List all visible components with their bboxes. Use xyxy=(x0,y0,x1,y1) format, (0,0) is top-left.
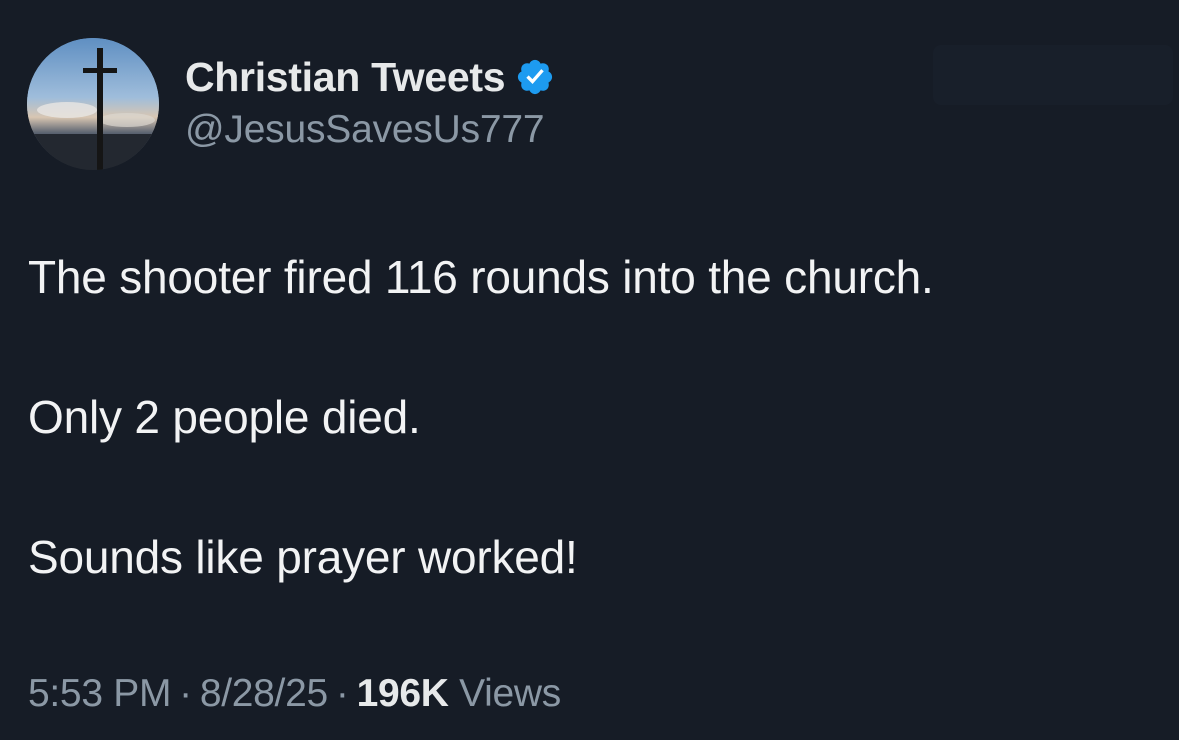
tweet-text-line-3: Sounds like prayer worked! xyxy=(28,531,578,583)
tweet-text-line-2: Only 2 people died. xyxy=(28,391,421,443)
author-display-name[interactable]: Christian Tweets xyxy=(185,54,506,101)
avatar[interactable] xyxy=(27,38,159,170)
tweet-time[interactable]: 5:53 PM xyxy=(28,672,171,715)
meta-separator: · xyxy=(179,672,192,715)
author-name-row: Christian Tweets xyxy=(185,52,555,102)
tweet-card: Christian Tweets @JesusSavesUs777 The sh… xyxy=(0,0,1179,740)
verified-badge-icon[interactable] xyxy=(515,57,555,97)
author-handle[interactable]: @JesusSavesUs777 xyxy=(185,108,545,152)
meta-separator: · xyxy=(335,672,349,715)
views-label: Views xyxy=(459,672,561,715)
tweet-date[interactable]: 8/28/25 xyxy=(200,672,328,715)
tweet-meta: 5:53 PM · 8/28/25 · 196K Views xyxy=(28,672,561,716)
obscured-follow-button[interactable] xyxy=(933,45,1173,105)
cross-avatar-icon xyxy=(27,38,159,170)
tweet-text-line-1: The shooter fired 116 rounds into the ch… xyxy=(28,251,934,303)
views-count[interactable]: 196K xyxy=(357,672,449,715)
